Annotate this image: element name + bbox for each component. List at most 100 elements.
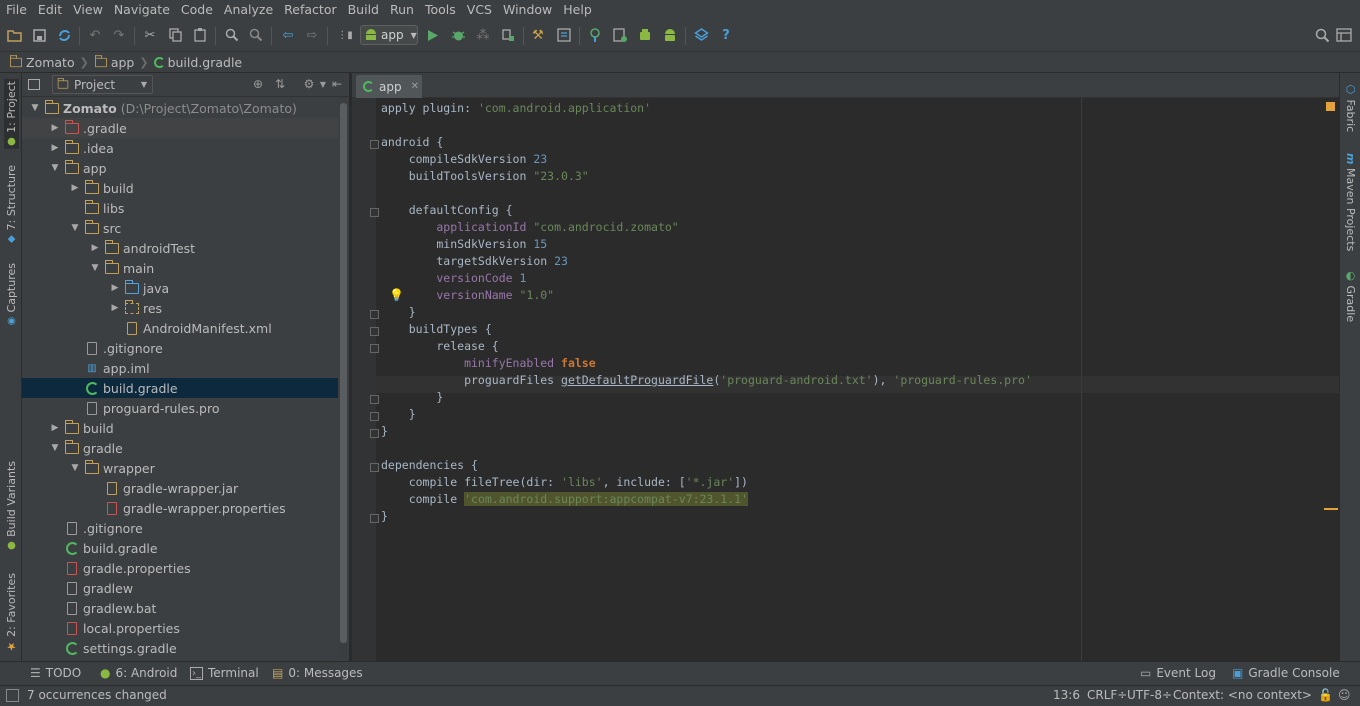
back-icon[interactable]: ⇦ [280,27,296,43]
menu-refactor[interactable]: Refactor [278,2,341,17]
breadcrumb-item-file[interactable]: build.gradle [153,55,242,70]
collapse-arrow-icon[interactable]: ▶ [50,143,60,153]
close-icon[interactable]: ✕ [411,81,419,92]
tree-item[interactable]: ▼ wrapper [22,458,338,478]
fold-marker-icon[interactable] [370,310,379,319]
tree-item[interactable]: gradlew [22,578,338,598]
tool-tab-event-log[interactable]: ▭ Event Log [1140,666,1216,680]
tree-item[interactable]: ▶ build [22,418,338,438]
locate-file-icon[interactable]: ⊕ [251,77,265,91]
fold-marker-icon[interactable] [370,429,379,438]
paste-icon[interactable] [192,27,208,43]
tool-tab-gradle-console[interactable]: ▣ Gradle Console [1232,666,1340,680]
tree-item[interactable]: ▼ src [22,218,338,238]
project-view-select[interactable]: Project ▼ [52,75,153,94]
expand-arrow-icon[interactable]: ▼ [30,103,40,113]
hide-panel-icon[interactable]: ⇤ [330,77,344,91]
help-icon[interactable]: ? [718,27,734,43]
fold-marker-icon[interactable] [370,327,379,336]
expand-arrow-icon[interactable]: ▼ [50,443,60,453]
tree-item[interactable]: ▥ app.iml [22,358,338,378]
tree-item[interactable]: gradle.properties [22,558,338,578]
tree-item[interactable]: build.gradle [22,378,338,398]
tree-item[interactable]: local.properties [22,618,338,638]
file-encoding[interactable]: UTF-8÷ [1127,688,1172,702]
tool-tab-maven[interactable]: m Maven Projects [1344,153,1357,251]
tree-item[interactable]: build.gradle [22,538,338,558]
scrollbar-thumb[interactable] [340,103,347,643]
tool-tab-terminal[interactable]: ›_ Terminal [190,666,259,680]
menu-navigate[interactable]: Navigate [108,2,175,17]
menu-code[interactable]: Code [175,2,218,17]
menu-tools[interactable]: Tools [419,2,461,17]
menu-view[interactable]: View [67,2,108,17]
expand-arrow-icon[interactable]: ▼ [70,223,80,233]
fold-marker-icon[interactable] [370,140,379,149]
tree-item[interactable]: ▶ androidTest [22,238,338,258]
context-indicator[interactable]: Context: <no context> [1173,688,1312,702]
run-configuration-select[interactable]: app ▼ [360,25,418,45]
collapse-arrow-icon[interactable]: ▶ [50,123,60,133]
menu-edit[interactable]: Edit [32,2,67,17]
fold-marker-icon[interactable] [370,344,379,353]
menu-window[interactable]: Window [497,2,557,17]
find-icon[interactable] [224,27,240,43]
stop-icon[interactable] [500,27,516,43]
tree-item[interactable]: ▶ .idea [22,138,338,158]
debug-icon[interactable] [450,27,466,43]
tree-item[interactable]: ▼ gradle [22,438,338,458]
menu-analyze[interactable]: Analyze [218,2,278,17]
tree-item[interactable]: gradlew.bat [22,598,338,618]
tool-tab-project[interactable]: ● 1: Project [4,79,19,149]
tree-item[interactable]: libs [22,198,338,218]
breadcrumb-item-module[interactable]: app [94,55,134,70]
fold-marker-icon[interactable] [370,463,379,472]
collapse-arrow-icon[interactable]: ▶ [110,303,120,313]
sync-icon[interactable] [56,27,72,43]
menu-help[interactable]: Help [557,2,597,17]
layout-icon[interactable] [1336,27,1352,43]
expand-arrow-icon[interactable]: ▼ [70,463,80,473]
tree-item[interactable]: AndroidManifest.xml [22,318,338,338]
inspector-icon[interactable]: ☺ [1338,688,1351,702]
tool-tab-favorites[interactable]: ★ 2: Favorites [5,573,18,653]
tree-item[interactable]: ▼ app [22,158,338,178]
tool-tab-todo[interactable]: ☰ TODO [30,666,81,680]
tool-tab-fabric[interactable]: ⬡ Fabric [1344,83,1357,132]
tool-tab-captures[interactable]: ◉ Captures [5,263,18,326]
tree-item[interactable]: ▶ java [22,278,338,298]
warning-marker-icon[interactable] [1326,102,1335,111]
layers-icon[interactable] [693,27,709,43]
cut-icon[interactable]: ✂ [142,27,158,43]
sync-gradle-icon[interactable] [612,27,628,43]
android-device-monitor-icon[interactable] [637,27,653,43]
collapse-arrow-icon[interactable]: ▶ [110,283,120,293]
tree-item[interactable]: gradle-wrapper.properties [22,498,338,518]
tree-item[interactable]: ▼ main [22,258,338,278]
open-folder-icon[interactable] [6,27,22,43]
tree-item[interactable]: proguard-rules.pro [22,398,338,418]
make-project-icon[interactable]: ⋮▮ [337,27,353,43]
search-everywhere-icon[interactable] [1314,27,1330,43]
tree-item[interactable]: ▶ .gradle [22,118,338,138]
menu-run[interactable]: Run [384,2,419,17]
tree-item[interactable]: gradle-wrapper.jar [22,478,338,498]
settings-gear-icon[interactable]: ⚙ [302,77,316,91]
fold-marker-icon[interactable] [370,412,379,421]
save-icon[interactable] [31,27,47,43]
tool-tab-messages[interactable]: ▤ 0: Messages [272,666,363,680]
menu-file[interactable]: File [0,2,32,17]
code-area[interactable]: apply plugin: 'com.android.application' a… [381,100,1331,660]
tree-item[interactable]: ▶ build [22,178,338,198]
toggle-tool-windows-icon[interactable] [6,689,19,702]
replace-icon[interactable] [248,27,264,43]
copy-icon[interactable] [167,27,183,43]
sdk-manager-icon[interactable] [556,27,572,43]
android-icon[interactable] [662,27,678,43]
breadcrumb-item-project[interactable]: Zomato [9,55,75,70]
avd-manager-icon[interactable] [587,27,603,43]
collapse-arrow-icon[interactable]: ▶ [50,423,60,433]
tool-tab-structure[interactable]: ◆ 7: Structure [5,165,18,244]
run-icon[interactable] [425,27,441,43]
attach-debugger-icon[interactable]: ⁂ [475,27,491,43]
